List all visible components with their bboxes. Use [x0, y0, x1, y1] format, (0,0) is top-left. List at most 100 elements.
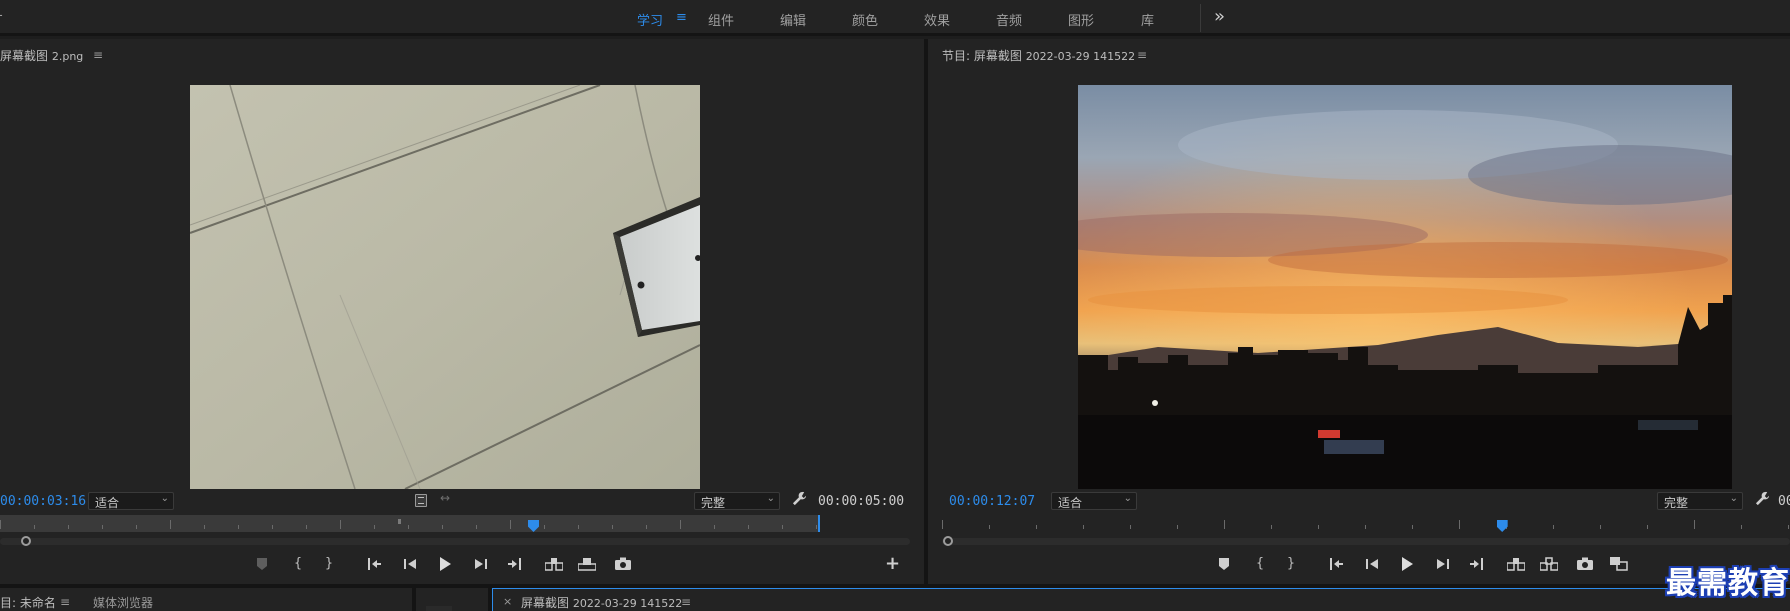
workspace-tab-effects[interactable]: 效果: [924, 10, 950, 29]
source-zoom-scrollbar[interactable]: [0, 538, 910, 545]
wall-tile-image: [190, 85, 700, 489]
timeline-sequence-tab[interactable]: 屏幕截图 2022-03-29 141522: [521, 594, 682, 611]
program-monitor-title[interactable]: 节目: 屏幕截图 2022-03-29 141522: [942, 47, 1135, 64]
ruler-tick: [476, 525, 477, 529]
drag-video-only-icon[interactable]: [415, 494, 427, 507]
lift-icon[interactable]: [1504, 553, 1528, 575]
step-back-icon[interactable]: [1360, 553, 1384, 575]
mark-in-icon[interactable]: {: [1248, 553, 1272, 575]
extract-icon[interactable]: [1537, 553, 1561, 575]
ruler-tick: [1600, 525, 1601, 529]
source-in-point-marker: [398, 519, 401, 524]
timeline-panel-menu-icon[interactable]: ≡: [681, 595, 691, 609]
mark-out-icon[interactable]: }: [1279, 553, 1303, 575]
mark-out-icon[interactable]: }: [317, 553, 341, 575]
workspace-tab-learn[interactable]: 学习: [637, 10, 663, 29]
tools-panel-header: [426, 606, 452, 611]
button-editor-add-icon[interactable]: +: [885, 553, 900, 574]
go-to-in-icon[interactable]: [1324, 553, 1348, 575]
app-menu-fragment[interactable]: -: [0, 8, 3, 23]
program-panel-menu-icon[interactable]: ≡: [1137, 48, 1147, 62]
program-video-frame[interactable]: [1078, 85, 1732, 489]
workspace-tab-graphics[interactable]: 图形: [1068, 10, 1094, 29]
add-marker-icon[interactable]: [250, 553, 274, 575]
program-settings-wrench-icon[interactable]: [1755, 491, 1770, 510]
project-panel-menu-icon[interactable]: ≡: [60, 595, 70, 609]
program-title-suffix: 2022-03-29 141522: [1025, 50, 1136, 63]
close-sequence-icon[interactable]: ×: [503, 595, 512, 608]
ruler-tick: [1130, 525, 1131, 529]
workspace-tab-assembly[interactable]: 组件: [708, 10, 734, 29]
program-scrollbar-handle[interactable]: [943, 536, 953, 546]
source-out-point-marker[interactable]: [818, 515, 820, 532]
chevron-down-icon: ⌄: [1123, 493, 1132, 504]
project-tab[interactable]: 目: 未命名: [0, 594, 56, 611]
ruler-tick: [0, 520, 1, 529]
source-time-ruler[interactable]: [0, 515, 820, 532]
program-current-timecode[interactable]: 00:00:12:07: [949, 494, 1035, 509]
program-monitor-panel: 节目: 屏幕截图 2022-03-29 141522 ≡ 00:00:12:07…: [928, 39, 1790, 584]
chevron-down-icon: ⌄: [766, 493, 775, 504]
workspace-menu-icon[interactable]: ≡: [676, 10, 687, 25]
export-frame-camera-icon[interactable]: [611, 553, 635, 575]
program-time-ruler[interactable]: [942, 515, 1790, 532]
ruler-tick: [1271, 525, 1272, 529]
ruler-tick: [238, 525, 239, 529]
insert-icon[interactable]: [542, 553, 566, 575]
workspace-tab-audio[interactable]: 音频: [996, 10, 1022, 29]
ruler-tick: [1224, 520, 1225, 529]
source-scrollbar-handle[interactable]: [21, 536, 31, 546]
source-video-frame[interactable]: [190, 85, 700, 489]
comparison-view-icon[interactable]: [1607, 553, 1631, 575]
ruler-tick: [1412, 525, 1413, 529]
ruler-tick: [510, 520, 511, 529]
workspace-tab-color[interactable]: 颜色: [852, 10, 878, 29]
add-marker-icon[interactable]: [1212, 553, 1236, 575]
step-back-icon[interactable]: [398, 553, 422, 575]
watermark-logo: 最需教育: [1666, 566, 1790, 601]
ruler-tick: [748, 525, 749, 529]
play-icon[interactable]: [433, 553, 457, 575]
ruler-tick: [989, 525, 990, 529]
step-forward-icon[interactable]: [1430, 553, 1454, 575]
ruler-tick: [1553, 525, 1554, 529]
program-zoom-dropdown[interactable]: 适合 ⌄: [1051, 492, 1137, 510]
drag-audio-only-icon[interactable]: ↔: [440, 491, 450, 505]
ruler-tick: [408, 525, 409, 529]
ruler-tick: [1647, 525, 1648, 529]
go-to-in-icon[interactable]: [362, 553, 386, 575]
source-panel-menu-icon[interactable]: ≡: [93, 48, 103, 62]
mark-in-icon[interactable]: {: [286, 553, 310, 575]
go-to-out-icon[interactable]: [1464, 553, 1488, 575]
play-icon[interactable]: [1395, 553, 1419, 575]
sunset-skyline-image: [1078, 85, 1732, 489]
ruler-tick: [544, 525, 545, 529]
go-to-out-icon[interactable]: [502, 553, 526, 575]
source-quality-value: 完整: [701, 496, 726, 510]
source-title-suffix: 2.png: [51, 50, 84, 63]
timeline-title-suffix: 2022-03-29 141522: [572, 597, 683, 610]
source-settings-wrench-icon[interactable]: [792, 491, 807, 510]
source-monitor-title[interactable]: 屏幕截图 2.png: [0, 47, 83, 64]
source-zoom-dropdown[interactable]: 适合 ⌄: [88, 492, 174, 510]
overwrite-icon[interactable]: [575, 553, 599, 575]
source-quality-dropdown[interactable]: 完整 ⌄: [694, 492, 780, 510]
ruler-tick: [1788, 525, 1789, 529]
ruler-tick: [170, 520, 171, 529]
media-browser-tab[interactable]: 媒体浏览器: [93, 594, 153, 611]
ruler-tick: [646, 525, 647, 529]
program-zoom-scrollbar[interactable]: [942, 538, 1790, 545]
tools-panel: [416, 588, 488, 611]
program-duration-timecode: 00: [1778, 494, 1790, 509]
source-transport-controls: { }: [250, 553, 650, 575]
timeline-panel: × 屏幕截图 2022-03-29 141522 ≡: [492, 588, 1790, 611]
more-workspaces-icon[interactable]: »: [1214, 6, 1225, 27]
workspace-bar: - 学习 ≡ 组件 编辑 颜色 效果 音频 图形 库 »: [0, 0, 1790, 36]
step-forward-icon[interactable]: [468, 553, 492, 575]
workspace-tab-editing[interactable]: 编辑: [780, 10, 806, 29]
source-current-timecode[interactable]: 00:00:03:16: [0, 494, 86, 509]
export-frame-camera-icon[interactable]: [1573, 553, 1597, 575]
program-quality-dropdown[interactable]: 完整 ⌄: [1657, 492, 1743, 510]
workspace-tab-libraries[interactable]: 库: [1141, 10, 1154, 29]
ruler-tick: [1741, 525, 1742, 529]
